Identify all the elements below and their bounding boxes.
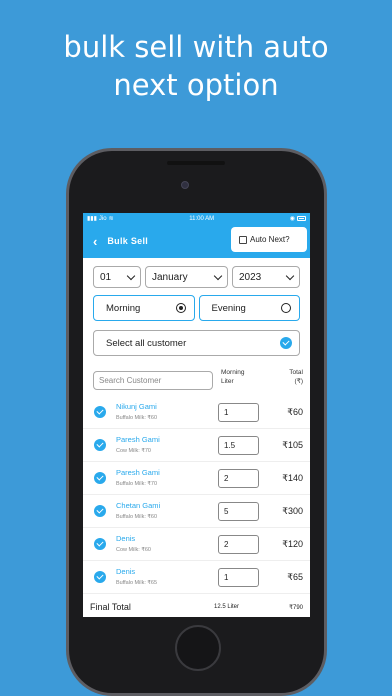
quantity-input[interactable]: 1 (218, 402, 259, 422)
speaker-grille (167, 161, 225, 165)
headline-line-2: next option (113, 68, 279, 102)
milk-rate: Cow Milk: ₹70 (116, 447, 151, 454)
year-dropdown[interactable]: 2023 (232, 266, 300, 288)
page-title: Bulk Sell (107, 236, 149, 246)
shift-option-morning[interactable]: Morning (93, 295, 195, 321)
headline: bulk sell with auto next option (0, 28, 392, 104)
shift-label: Morning (106, 302, 141, 314)
qty-header-line-2: Liter (221, 378, 234, 385)
quantity-input[interactable]: 2 (218, 534, 259, 554)
battery-icon (296, 216, 306, 221)
final-total-amount: ₹790 (289, 604, 303, 611)
quantity-input[interactable]: 5 (218, 501, 259, 521)
final-total-liters: 12.5 Liter (214, 604, 240, 610)
carrier-label: Jio (98, 215, 107, 222)
radio-selected-icon (175, 303, 186, 313)
signal-icon: ▮▮▮ (87, 216, 97, 222)
check-circle-icon[interactable] (94, 538, 106, 550)
auto-next-label: Auto Next? (250, 235, 290, 244)
customer-name: Denis (116, 533, 136, 543)
day-dropdown[interactable]: 01 (93, 266, 141, 288)
row-total: ₹60 (287, 406, 303, 417)
row-total: ₹300 (282, 505, 303, 516)
quantity-input[interactable]: 1 (218, 567, 259, 587)
list-header: Search Customer Morning Liter Total (₹) (83, 368, 310, 396)
app-bar: ‹ Bulk Sell Auto Next? (83, 224, 310, 258)
chevron-down-icon (285, 271, 295, 280)
check-circle-icon[interactable] (94, 505, 106, 517)
wifi-icon: ≋ (108, 216, 114, 222)
check-circle-icon[interactable] (94, 406, 106, 418)
check-circle-icon[interactable] (94, 439, 106, 451)
milk-rate: Cow Milk: ₹60 (116, 546, 151, 553)
day-value: 01 (100, 271, 112, 283)
row-total: ₹65 (287, 571, 303, 582)
table-row[interactable]: Paresh Gami Cow Milk: ₹70 1.5 ₹105 (83, 429, 310, 462)
table-row[interactable]: Denis Cow Milk: ₹60 2 ₹120 (83, 528, 310, 561)
customer-name: Paresh Gami (116, 434, 160, 444)
milk-rate: Buffalo Milk: ₹60 (116, 414, 158, 421)
check-circle-icon[interactable] (94, 571, 106, 583)
row-total: ₹140 (282, 472, 303, 483)
qty-column-header: Morning Liter (221, 368, 265, 386)
check-circle-icon[interactable] (280, 337, 292, 349)
final-total-label: Final Total (90, 602, 131, 612)
front-camera (181, 181, 189, 189)
check-circle-icon[interactable] (94, 472, 106, 484)
status-time: 11:00 AM (189, 215, 215, 222)
total-column-header: Total (₹) (265, 368, 303, 386)
search-input[interactable]: Search Customer (93, 371, 213, 390)
chevron-down-icon (213, 271, 223, 280)
row-total: ₹105 (282, 439, 303, 450)
customer-name: Chetan Gami (116, 500, 161, 510)
chevron-down-icon (126, 271, 136, 280)
app-screen: ▮▮▮ Jio ≋ 11:00 AM ◉ ‹ Bulk Sell Auto Ne… (83, 213, 310, 617)
year-value: 2023 (239, 271, 262, 283)
customer-name: Denis (116, 566, 136, 576)
customer-list: Nikunj Gami Buffalo Milk: ₹60 1 ₹60 Pares… (83, 396, 310, 594)
month-value: January (152, 271, 188, 283)
select-all-customers[interactable]: Select all customer (93, 330, 300, 356)
radio-unselected-icon (281, 303, 291, 313)
status-bar: ▮▮▮ Jio ≋ 11:00 AM ◉ (83, 213, 310, 224)
home-button[interactable] (175, 625, 221, 671)
date-selector-row: 01 January 2023 (83, 266, 310, 288)
total-header-line-1: Total (289, 369, 303, 376)
table-row[interactable]: Denis Buffalo Milk: ₹65 1 ₹65 (83, 561, 310, 594)
table-row[interactable]: Paresh Gami Buffalo Milk: ₹70 2 ₹140 (83, 462, 310, 495)
customer-name: Paresh Gami (116, 467, 160, 477)
auto-next-checkbox[interactable] (239, 235, 247, 244)
alarm-icon: ◉ (289, 216, 295, 222)
quantity-input[interactable]: 1.5 (218, 435, 259, 455)
headline-line-1: bulk sell with auto (63, 30, 329, 64)
milk-rate: Buffalo Milk: ₹70 (116, 480, 158, 487)
back-arrow-icon[interactable]: ‹ (93, 234, 97, 249)
milk-rate: Buffalo Milk: ₹60 (116, 513, 158, 520)
milk-rate: Buffalo Milk: ₹65 (116, 579, 158, 586)
shift-selector: Morning Evening (83, 295, 310, 321)
total-header-line-2: (₹) (294, 378, 303, 385)
month-dropdown[interactable]: January (145, 266, 228, 288)
customer-name: Nikunj Gami (116, 401, 157, 411)
phone-frame: ▮▮▮ Jio ≋ 11:00 AM ◉ ‹ Bulk Sell Auto Ne… (66, 148, 327, 696)
quantity-input[interactable]: 2 (218, 468, 259, 488)
final-total-row: Final Total 12.5 Liter ₹790 (83, 594, 310, 617)
qty-header-line-1: Morning (221, 369, 245, 376)
row-total: ₹120 (282, 538, 303, 549)
shift-option-evening[interactable]: Evening (198, 295, 300, 321)
table-row[interactable]: Nikunj Gami Buffalo Milk: ₹60 1 ₹60 (83, 396, 310, 429)
table-row[interactable]: Chetan Gami Buffalo Milk: ₹60 5 ₹300 (83, 495, 310, 528)
shift-label: Evening (211, 302, 246, 314)
auto-next-toggle[interactable]: Auto Next? (231, 227, 307, 252)
select-all-label: Select all customer (106, 337, 187, 349)
